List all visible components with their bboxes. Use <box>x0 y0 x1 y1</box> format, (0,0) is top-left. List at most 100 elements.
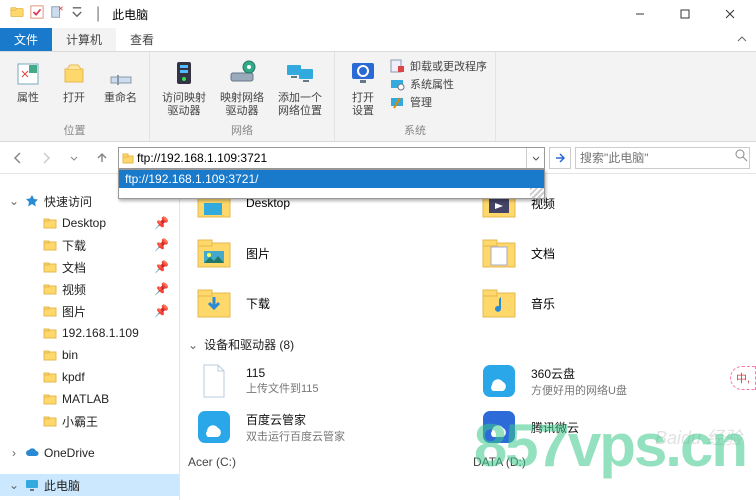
tab-file[interactable]: 文件 <box>0 28 52 51</box>
ribbon-group-system: 打开 设置 卸载或更改程序 系统属性 管理 系统 <box>335 52 496 141</box>
sidebar-item[interactable]: 192.168.1.109 <box>0 322 179 344</box>
settings-icon <box>347 58 379 90</box>
navigation-bar: ftp://192.168.1.109:3721/ <box>0 142 756 174</box>
properties-button[interactable]: 属性 <box>8 56 48 107</box>
pin-icon: 📌 <box>154 282 169 296</box>
folder-icon <box>42 369 58 385</box>
new-folder-icon[interactable]: ✕ <box>50 5 64 24</box>
drive-item[interactable]: 360云盘方便好用的网络U盘 <box>473 359 748 403</box>
cloud-baidu-icon <box>192 407 236 447</box>
search-icon <box>735 149 748 167</box>
sidebar-item[interactable]: 小霸王 <box>0 410 179 432</box>
star-icon <box>24 193 40 209</box>
properties-icon <box>12 58 44 90</box>
sidebar-item[interactable]: 视频📌 <box>0 278 179 300</box>
resize-grip-icon[interactable] <box>530 188 544 198</box>
chevron-down-icon[interactable]: ⌄ <box>8 478 20 492</box>
folder-icon <box>42 347 58 363</box>
chevron-right-icon[interactable]: › <box>8 446 20 460</box>
folder-icon <box>42 391 58 407</box>
ime-indicator[interactable]: 中, <box>730 366 756 390</box>
folder-item[interactable]: 音乐 <box>473 280 748 326</box>
drive-acer[interactable]: Acer (C:) <box>188 455 463 469</box>
address-suggestion-item[interactable]: ftp://192.168.1.109:3721/ <box>119 170 544 188</box>
sidebar-item[interactable]: 下载📌 <box>0 234 179 256</box>
window-title: 此电脑 <box>112 6 148 23</box>
chevron-down-icon[interactable]: ⌄ <box>8 194 20 208</box>
address-dropdown-icon[interactable] <box>526 148 544 168</box>
pc-icon <box>24 477 40 493</box>
group-label-location: 位置 <box>64 120 86 141</box>
quick-access-toolbar: ✕ | 此电脑 <box>4 5 148 24</box>
forward-button[interactable] <box>34 146 58 170</box>
sidebar-item[interactable]: bin <box>0 344 179 366</box>
history-dropdown[interactable] <box>62 146 86 170</box>
go-button[interactable] <box>549 147 571 169</box>
folder-downloads-icon <box>192 283 236 323</box>
folder-icon <box>42 281 58 297</box>
cloud-weiyun-icon <box>477 407 521 447</box>
sidebar-desktop[interactable]: › Desktop <box>0 496 179 500</box>
system-properties-button[interactable]: 系统属性 <box>389 76 487 92</box>
ribbon-group-network: 访问映射 驱动器 映射网络 驱动器 添加一个 网络位置 网络 <box>150 52 335 141</box>
onedrive[interactable]: › OneDrive <box>0 442 179 464</box>
search-input[interactable] <box>580 151 735 165</box>
ribbon-collapse-icon[interactable] <box>728 28 756 51</box>
server-icon <box>168 58 200 90</box>
monitors-icon <box>284 58 316 90</box>
maximize-button[interactable] <box>662 0 707 28</box>
manage-button[interactable]: 管理 <box>389 94 487 110</box>
sidebar-item[interactable]: MATLAB <box>0 388 179 410</box>
access-mapped-drive-button[interactable]: 访问映射 驱动器 <box>158 56 210 119</box>
drive-item[interactable]: 115上传文件到115 <box>188 359 463 403</box>
folder-icon <box>42 325 58 341</box>
close-button[interactable] <box>707 0 752 28</box>
uninstall-programs-button[interactable]: 卸载或更改程序 <box>389 58 487 74</box>
search-box[interactable] <box>575 147 750 169</box>
pin-icon: 📌 <box>154 238 169 252</box>
sidebar-item[interactable]: kpdf <box>0 366 179 388</box>
drive-network-icon <box>226 58 258 90</box>
folder-icon <box>10 5 24 24</box>
ribbon-tabs: 文件 计算机 查看 <box>0 28 756 52</box>
folder-icon <box>42 413 58 429</box>
sidebar-item[interactable]: 图片📌 <box>0 300 179 322</box>
window-controls <box>617 0 752 28</box>
drive-item[interactable]: 百度云管家双击运行百度云管家 <box>188 405 463 449</box>
address-bar[interactable] <box>118 147 545 169</box>
sidebar-item[interactable]: 文档📌 <box>0 256 179 278</box>
open-settings-button[interactable]: 打开 设置 <box>343 56 383 119</box>
pin-icon: 📌 <box>154 216 169 230</box>
checkbox-icon[interactable] <box>30 5 44 24</box>
open-button[interactable]: 打开 <box>54 56 94 107</box>
up-button[interactable] <box>90 146 114 170</box>
devices-section-header[interactable]: ⌄ 设备和驱动器 (8) <box>188 336 748 353</box>
sidebar-item[interactable]: Desktop📌 <box>0 212 179 234</box>
map-network-drive-button[interactable]: 映射网络 驱动器 <box>216 56 268 119</box>
folder-icon <box>42 237 58 253</box>
address-input[interactable] <box>137 148 526 168</box>
drive-item[interactable]: 腾讯微云 <box>473 405 748 449</box>
this-pc[interactable]: ⌄ 此电脑 <box>0 474 179 496</box>
address-suggestions: ftp://192.168.1.109:3721/ <box>118 169 545 199</box>
open-icon <box>58 58 90 90</box>
folder-icon <box>42 303 58 319</box>
cloud-360-icon <box>477 361 521 401</box>
uninstall-icon <box>389 58 405 74</box>
svg-text:✕: ✕ <box>58 6 64 13</box>
sysprops-icon <box>389 76 405 92</box>
drive-data[interactable]: DATA (D:) <box>473 455 748 469</box>
folder-item[interactable]: 下载 <box>188 280 463 326</box>
qat-dropdown-icon[interactable] <box>70 5 84 24</box>
minimize-button[interactable] <box>617 0 662 28</box>
rename-button[interactable]: 重命名 <box>100 56 141 107</box>
folder-item[interactable]: 文档 <box>473 230 748 276</box>
tab-view[interactable]: 查看 <box>116 28 168 51</box>
manage-icon <box>389 94 405 110</box>
folder-item[interactable]: 图片 <box>188 230 463 276</box>
address-icon <box>119 151 137 165</box>
add-network-location-button[interactable]: 添加一个 网络位置 <box>274 56 326 119</box>
back-button[interactable] <box>6 146 30 170</box>
file-icon <box>192 361 236 401</box>
tab-computer[interactable]: 计算机 <box>52 28 116 51</box>
